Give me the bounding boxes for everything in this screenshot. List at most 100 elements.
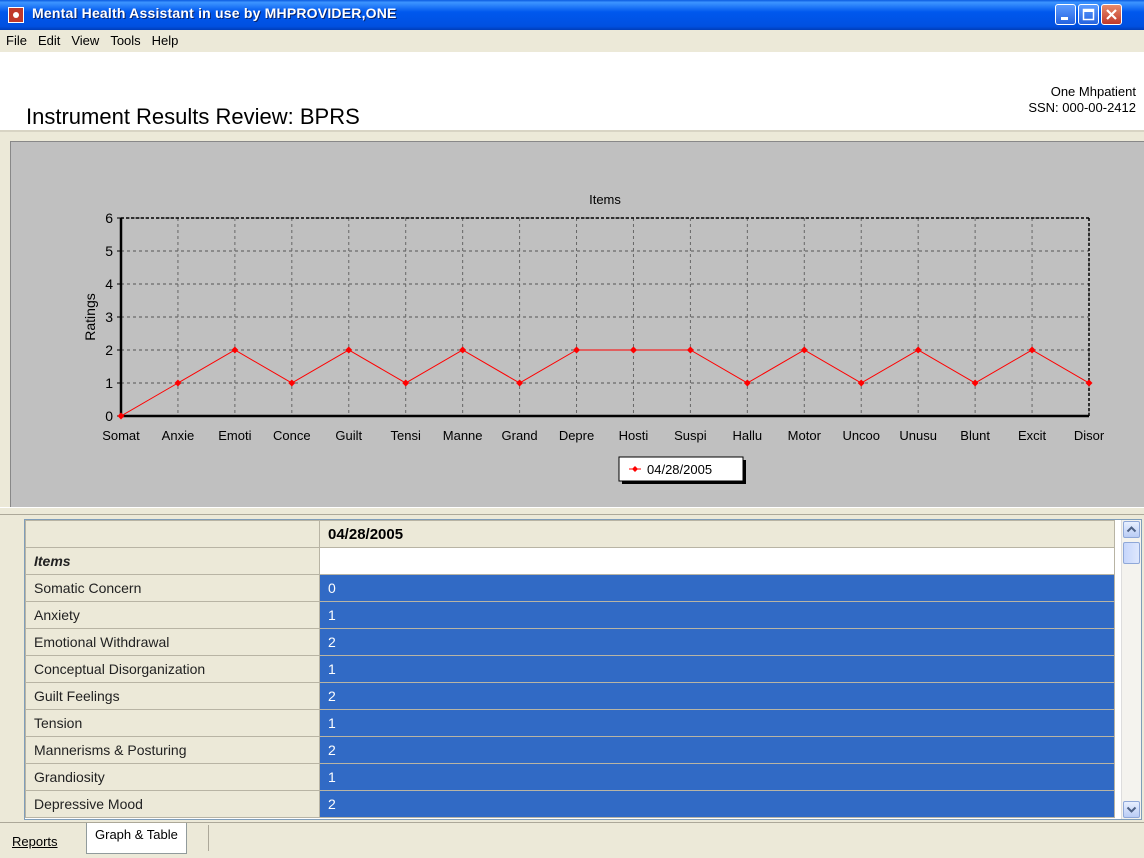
y-tick-label: 3 — [105, 309, 113, 325]
close-icon — [1106, 9, 1117, 20]
item-name-cell: Guilt Feelings — [25, 682, 320, 710]
item-value-cell[interactable]: 1 — [319, 709, 1115, 737]
chart-panel: Items Ratings 0 1 2 3 4 5 6 Somat Anxie Emoti Conce G… — [10, 141, 1144, 508]
tab-graph-table[interactable]: Graph & Table — [86, 823, 187, 854]
data-point — [174, 379, 182, 387]
data-point — [117, 412, 125, 420]
table-row[interactable]: Tension 1 — [25, 709, 1115, 737]
table-row[interactable]: Guilt Feelings 2 — [25, 682, 1115, 710]
item-value-cell[interactable]: 2 — [319, 736, 1115, 764]
item-value-cell[interactable]: 0 — [319, 574, 1115, 602]
table-row[interactable]: Grandiosity 1 — [25, 763, 1115, 791]
table-row[interactable]: Conceptual Disorganization 1 — [25, 655, 1115, 683]
menu-file[interactable]: File — [0, 30, 32, 52]
x-tick-label: Hallu — [733, 428, 763, 443]
item-name-cell: Tension — [25, 709, 320, 737]
vertical-scrollbar[interactable] — [1121, 520, 1141, 819]
table-row[interactable]: Mannerisms & Posturing 2 — [25, 736, 1115, 764]
scroll-up-button[interactable] — [1123, 521, 1140, 538]
table-row[interactable]: Depressive Mood 2 — [25, 790, 1115, 818]
tab-divider — [208, 825, 209, 851]
item-name-cell: Conceptual Disorganization — [25, 655, 320, 683]
item-name-cell: Grandiosity — [25, 763, 320, 791]
data-point — [516, 379, 524, 387]
x-tick-label: Hosti — [619, 428, 649, 443]
x-tick-label: Anxie — [162, 428, 195, 443]
x-tick-label: Grand — [502, 428, 538, 443]
splitter[interactable] — [0, 507, 1144, 515]
y-tick-label: 4 — [105, 276, 113, 292]
y-tick-label: 5 — [105, 243, 113, 259]
app-icon[interactable] — [8, 7, 24, 23]
item-value-cell[interactable]: 1 — [319, 601, 1115, 629]
items-section-label: Items — [25, 547, 320, 575]
menu-tools[interactable]: Tools — [104, 30, 145, 52]
data-point — [402, 379, 410, 387]
data-point — [573, 346, 581, 354]
tab-bar: Reports Graph & Table — [0, 822, 1144, 858]
x-tick-label: Tensi — [391, 428, 421, 443]
close-button[interactable] — [1101, 4, 1122, 25]
scroll-down-button[interactable] — [1123, 801, 1140, 818]
item-value-cell[interactable]: 1 — [319, 763, 1115, 791]
item-value-cell[interactable]: 2 — [319, 790, 1115, 818]
item-name-cell: Mannerisms & Posturing — [25, 736, 320, 764]
y-axis-label: Ratings — [82, 293, 98, 340]
data-point — [231, 346, 239, 354]
x-tick-label: Conce — [273, 428, 311, 443]
title-bar: Mental Health Assistant in use by MHPROV… — [0, 0, 1144, 30]
item-value-cell[interactable]: 2 — [319, 682, 1115, 710]
item-value-cell[interactable]: 1 — [319, 655, 1115, 683]
x-tick-label: Motor — [788, 428, 822, 443]
chart-title: Items — [589, 192, 621, 207]
data-point — [1028, 346, 1036, 354]
date-column-header[interactable]: 04/28/2005 — [319, 520, 1115, 548]
line-chart: Items Ratings 0 1 2 3 4 5 6 Somat Anxie Emoti Conce G… — [82, 192, 1105, 484]
x-tick-label: Excit — [1018, 428, 1047, 443]
tab-reports-label: Reports — [12, 834, 58, 849]
menu-help[interactable]: Help — [146, 30, 184, 52]
table-header-row: 04/28/2005 — [25, 520, 1115, 548]
table-row[interactable]: Emotional Withdrawal 2 — [25, 628, 1115, 656]
data-point — [629, 346, 637, 354]
patient-info: One Mhpatient SSN: 000-00-2412 — [1028, 84, 1136, 116]
x-tick-label: Unusu — [899, 428, 937, 443]
data-point — [857, 379, 865, 387]
data-point — [288, 379, 296, 387]
y-tick-label: 6 — [105, 210, 113, 226]
y-tick-label: 2 — [105, 342, 113, 358]
item-name-cell: Anxiety — [25, 601, 320, 629]
data-point — [686, 346, 694, 354]
minimize-button[interactable] — [1055, 4, 1076, 25]
x-tick-label: Blunt — [960, 428, 990, 443]
tab-reports[interactable]: Reports — [6, 831, 64, 852]
table-row[interactable]: Anxiety 1 — [25, 601, 1115, 629]
maximize-button[interactable] — [1078, 4, 1099, 25]
item-name-cell: Depressive Mood — [25, 790, 320, 818]
x-tick-label: Guilt — [335, 428, 362, 443]
results-table: 04/28/2005 Items Somatic Concern 0 Anxiety… — [24, 519, 1142, 820]
table-row[interactable]: Somatic Concern 0 — [25, 574, 1115, 602]
item-value-cell[interactable]: 2 — [319, 628, 1115, 656]
x-tick-label: Somat — [102, 428, 140, 443]
chevron-up-icon — [1126, 526, 1137, 533]
menu-view[interactable]: View — [65, 30, 104, 52]
page-title: Instrument Results Review: BPRS — [26, 104, 360, 129]
table-corner-cell — [25, 520, 320, 548]
data-point — [459, 346, 467, 354]
scroll-thumb[interactable] — [1123, 542, 1140, 564]
patient-ssn: SSN: 000-00-2412 — [1028, 100, 1136, 115]
maximize-icon — [1082, 8, 1095, 21]
item-name-cell: Emotional Withdrawal — [25, 628, 320, 656]
data-point — [743, 379, 751, 387]
y-tick-label: 0 — [105, 408, 113, 424]
items-section-blank — [319, 547, 1115, 575]
data-point — [971, 379, 979, 387]
x-tick-label: Disor — [1074, 428, 1105, 443]
x-tick-label: Depre — [559, 428, 594, 443]
x-tick-label: Manne — [443, 428, 483, 443]
patient-name: One Mhpatient — [1050, 84, 1136, 99]
x-tick-label: Suspi — [674, 428, 707, 443]
menu-edit[interactable]: Edit — [32, 30, 65, 52]
menu-bar: File Edit View Tools Help — [0, 30, 1144, 52]
